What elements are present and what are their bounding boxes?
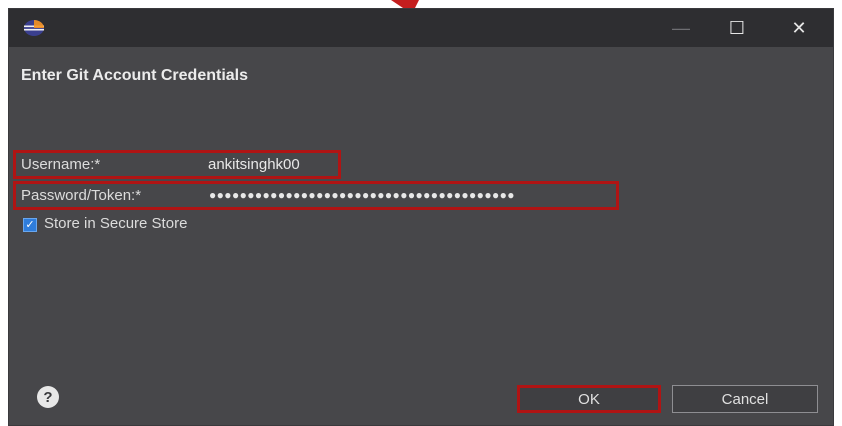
store-secure-label[interactable]: Store in Secure Store bbox=[44, 215, 187, 232]
minimize-button[interactable]: — bbox=[657, 9, 705, 47]
dialog-title: Enter Git Account Credentials bbox=[21, 67, 248, 84]
password-field[interactable]: ●●●●●●●●●●●●●●●●●●●●●●●●●●●●●●●●●●●●●●●● bbox=[209, 188, 515, 202]
ok-button[interactable]: OK bbox=[517, 385, 661, 413]
username-label: Username:* bbox=[21, 156, 101, 173]
maximize-icon: ☐ bbox=[728, 17, 746, 38]
store-secure-checkbox[interactable]: ✓ bbox=[23, 218, 37, 232]
close-button[interactable]: ✕ bbox=[775, 9, 823, 47]
close-icon: ✕ bbox=[791, 17, 807, 38]
password-label: Password/Token:* bbox=[21, 187, 142, 204]
checkmark-icon: ✓ bbox=[25, 218, 35, 231]
minimize-icon: — bbox=[672, 17, 690, 38]
help-icon[interactable]: ? bbox=[37, 386, 59, 408]
title-bar[interactable]: — ☐ ✕ bbox=[9, 9, 833, 47]
maximize-button[interactable]: ☐ bbox=[713, 9, 761, 47]
username-field[interactable]: ankitsinghk00 bbox=[208, 156, 300, 173]
credentials-dialog-window: — ☐ ✕ Enter Git Account Credentials User… bbox=[8, 8, 834, 426]
help-icon-glyph: ? bbox=[43, 388, 53, 406]
eclipse-logo-icon bbox=[24, 20, 44, 36]
cancel-button[interactable]: Cancel bbox=[672, 385, 818, 413]
